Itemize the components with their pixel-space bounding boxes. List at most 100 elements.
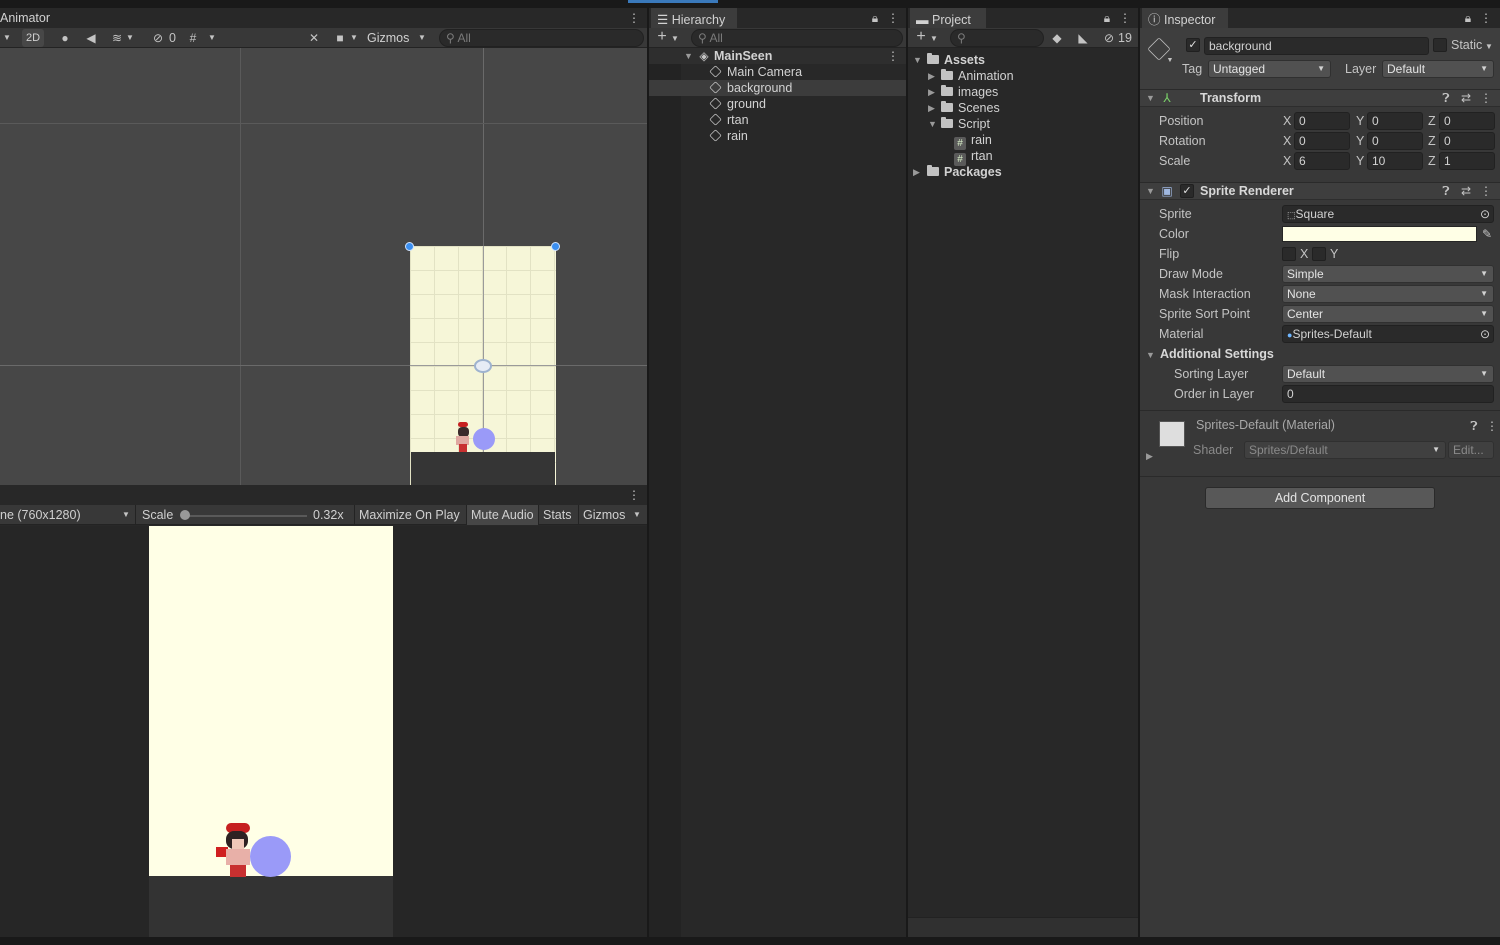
color-swatch[interactable] — [1282, 226, 1477, 242]
project-folder-row[interactable]: ▼ Script — [908, 116, 1138, 132]
component-menu-icon[interactable]: ⋮ — [1480, 184, 1492, 198]
shader-dropdown[interactable]: Sprites/Default ▼ — [1244, 441, 1446, 459]
flip-x-checkbox[interactable] — [1282, 247, 1296, 261]
resolution-dropdown[interactable]: ne (760x1280) — [0, 505, 134, 525]
project-folder-row[interactable]: ▶ Scenes — [908, 100, 1138, 116]
shader-edit-button[interactable]: Edit... — [1448, 441, 1494, 459]
hidden-packages-icon[interactable]: ⊘ — [1102, 31, 1116, 45]
maximize-on-play-toggle[interactable]: Maximize On Play — [354, 505, 464, 525]
collapse-arrow-icon[interactable]: ▶ — [913, 167, 920, 178]
create-plus-icon[interactable]: + — [914, 29, 928, 45]
game-gizmos-dropdown-icon[interactable]: ▼ — [632, 508, 642, 522]
presets-icon[interactable]: ⇄ — [1460, 184, 1472, 198]
rotation-x-field[interactable]: 0 — [1294, 132, 1350, 150]
collapse-arrow-icon[interactable]: ▶ — [928, 87, 935, 98]
script-file-row[interactable]: # rtan — [908, 148, 1138, 166]
component-menu-icon[interactable]: ⋮ — [1486, 419, 1498, 433]
hierarchy-item[interactable]: rain — [681, 128, 906, 144]
scale-y-field[interactable]: 10 — [1367, 152, 1423, 170]
scale-slider-track[interactable] — [183, 515, 307, 517]
sprite-sort-point-dropdown[interactable]: Center ▼ — [1282, 305, 1494, 323]
expand-arrow-icon[interactable]: ▼ — [913, 55, 922, 65]
sorting-layer-dropdown[interactable]: Default ▼ — [1282, 365, 1494, 383]
rtan-character-sprite[interactable] — [455, 422, 471, 452]
additional-settings-foldout[interactable]: Additional Settings — [1160, 347, 1274, 361]
help-icon[interactable]: ❓︎ — [1440, 91, 1452, 105]
scene-menu-icon[interactable]: ⋮ — [887, 49, 899, 63]
camera-dropdown-icon[interactable]: ▼ — [350, 31, 358, 45]
position-z-field[interactable]: 0 — [1439, 112, 1495, 130]
static-checkbox[interactable] — [1433, 38, 1447, 52]
component-menu-icon[interactable]: ⋮ — [1480, 91, 1492, 105]
draw-mode-dropdown[interactable]: Simple ▼ — [1282, 265, 1494, 283]
hierarchy-item[interactable]: Main Camera — [681, 64, 906, 80]
search-by-label-icon[interactable]: ◣ — [1076, 31, 1090, 45]
collapse-arrow-icon[interactable]: ▼ — [1146, 93, 1155, 103]
scene-canvas[interactable] — [0, 48, 647, 485]
gizmos-button[interactable]: Gizmos — [363, 28, 413, 48]
hierarchy-menu-icon[interactable]: ⋮ — [887, 11, 899, 25]
game-viewport[interactable] — [0, 526, 647, 937]
create-plus-icon[interactable]: + — [655, 29, 669, 45]
collapse-arrow-icon[interactable]: ▼ — [1146, 186, 1155, 196]
scale-x-field[interactable]: 6 — [1294, 152, 1350, 170]
effects-icon[interactable]: ≋ — [110, 31, 124, 45]
lock-icon[interactable]: 🔒︎ — [1101, 11, 1113, 25]
sprite-object-field[interactable]: ⬚Square ⊙ — [1282, 205, 1494, 223]
help-icon[interactable]: ❓︎ — [1468, 419, 1480, 433]
script-file-row[interactable]: # rain — [908, 132, 1138, 150]
hierarchy-item[interactable]: rtan — [681, 112, 906, 128]
camera-icon[interactable]: ■ — [332, 31, 348, 45]
tools-icon[interactable]: ✕ — [307, 31, 321, 45]
hierarchy-search-input[interactable]: ⚲ All — [691, 29, 903, 47]
tab-hierarchy[interactable]: ☰ Hierarchy — [651, 8, 737, 28]
collapse-arrow-icon[interactable]: ▶ — [928, 103, 935, 114]
mode-2d-toggle[interactable]: 2D — [22, 29, 45, 47]
position-x-field[interactable]: 0 — [1294, 112, 1350, 130]
create-dropdown-icon[interactable]: ▼ — [671, 32, 679, 46]
game-menu-icon[interactable]: ⋮ — [627, 488, 641, 502]
tab-animator[interactable]: Animator — [0, 8, 80, 28]
sprite-renderer-enabled-checkbox[interactable]: ✓ — [1180, 184, 1194, 198]
pivot-gizmo-icon[interactable] — [474, 359, 492, 373]
scale-z-field[interactable]: 1 — [1439, 152, 1495, 170]
rotation-z-field[interactable]: 0 — [1439, 132, 1495, 150]
project-search-input[interactable]: ⚲ — [950, 29, 1044, 47]
expand-arrow-icon[interactable]: ▼ — [684, 51, 693, 61]
order-in-layer-field[interactable]: 0 — [1282, 385, 1494, 403]
eyedropper-icon[interactable]: ✎ — [1481, 227, 1493, 241]
flip-y-checkbox[interactable] — [1312, 247, 1326, 261]
draw-mode-dropdown-icon[interactable]: ▼ — [0, 31, 14, 45]
audio-icon[interactable]: ◀ — [84, 31, 98, 45]
effects-dropdown-icon[interactable]: ▼ — [126, 31, 134, 45]
material-object-field[interactable]: ●Sprites-Default ⊙ — [1282, 325, 1494, 343]
help-icon[interactable]: ❓︎ — [1440, 184, 1452, 198]
tab-inspector[interactable]: ⓘ Inspector — [1142, 8, 1228, 28]
grid-dropdown-icon[interactable]: ▼ — [208, 31, 216, 45]
position-y-field[interactable]: 0 — [1367, 112, 1423, 130]
resolution-dropdown-icon[interactable]: ▼ — [121, 508, 131, 522]
presets-icon[interactable]: ⇄ — [1460, 91, 1472, 105]
icon-dropdown-icon[interactable]: ▼ — [1166, 54, 1174, 68]
add-component-button[interactable]: Add Component — [1205, 487, 1435, 509]
search-by-type-icon[interactable]: ◆ — [1050, 31, 1064, 45]
stats-toggle[interactable]: Stats — [538, 505, 576, 525]
hierarchy-item[interactable]: ground — [681, 96, 906, 112]
rotation-y-field[interactable]: 0 — [1367, 132, 1423, 150]
lighting-icon[interactable]: ● — [58, 31, 72, 45]
scene-search-input[interactable]: ⚲ All — [439, 29, 644, 47]
packages-row[interactable]: ▶ Packages — [908, 164, 1138, 180]
object-picker-icon[interactable]: ⊙ — [1480, 326, 1490, 342]
collapse-arrow-icon[interactable]: ▶ — [1146, 451, 1153, 462]
project-folder-row[interactable]: ▶ images — [908, 84, 1138, 100]
scene-menu-icon[interactable]: ⋮ — [627, 11, 641, 25]
hidden-objects-icon[interactable]: ⊘ — [150, 31, 166, 45]
scale-slider-thumb[interactable] — [180, 510, 190, 520]
mute-audio-toggle[interactable]: Mute Audio — [466, 505, 538, 525]
expand-arrow-icon[interactable]: ▼ — [1146, 350, 1155, 360]
project-folder-row[interactable]: ▶ Animation — [908, 68, 1138, 84]
tab-project[interactable]: ▬ Project — [910, 8, 986, 28]
lock-icon[interactable]: 🔒︎ — [869, 11, 881, 25]
create-dropdown-icon[interactable]: ▼ — [930, 32, 938, 46]
scene-root-row[interactable]: ▼ ◈ MainSeen ⋮ — [649, 48, 906, 64]
